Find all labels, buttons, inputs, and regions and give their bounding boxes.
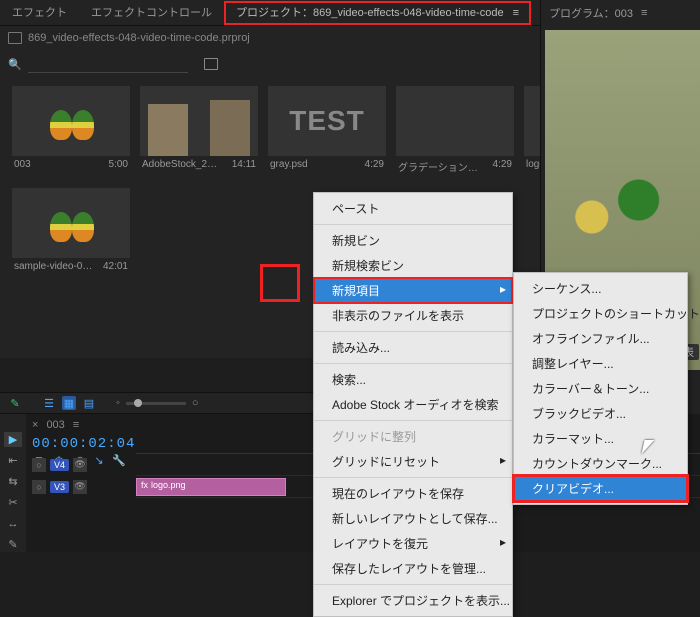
thumb-image: TEST [268, 86, 386, 156]
project-filename: 869_video-effects-048-video-time-code.pr… [28, 32, 250, 44]
tab-effects[interactable]: エフェクト [0, 0, 79, 26]
thumb-name: sample-video-001.mp4 [14, 261, 94, 272]
thumb-name: gray.psd [270, 159, 308, 170]
tab-effect-controls[interactable]: エフェクトコントロール [79, 0, 224, 26]
freeform-view-icon[interactable]: ▤ [82, 396, 96, 410]
track-eye-icon[interactable]: 👁 [73, 480, 87, 494]
filter-bins-icon[interactable] [204, 58, 218, 70]
submenu-arrow-icon: ▸ [500, 453, 506, 467]
thumb-duration: 14:11 [232, 159, 256, 170]
thumb-item[interactable]: sample-video-001.mp4 42:01 [12, 188, 130, 272]
menu-item[interactable]: Adobe Stock オーディオを検索 [314, 392, 512, 417]
menu-item[interactable]: 新しいレイアウトとして保存... [314, 506, 512, 531]
menu-item[interactable]: 読み込み... [314, 335, 512, 360]
menu-separator [314, 331, 512, 332]
track-label[interactable]: V4 [50, 459, 69, 471]
timeline-menu-icon[interactable]: ≡ [73, 419, 79, 431]
menu-separator [314, 477, 512, 478]
menu-item[interactable]: ペースト [314, 196, 512, 221]
menu-item[interactable]: 検索... [314, 367, 512, 392]
thumb-name: グラデーション.psd [398, 159, 478, 174]
menu-item[interactable]: 新規検索ビン [314, 253, 512, 278]
program-tab[interactable]: プログラム：003 ≡ [541, 0, 700, 26]
razor-tool-icon[interactable]: ✂ [4, 495, 22, 510]
menu-item[interactable]: 新規ビン [314, 228, 512, 253]
thumb-duration: 4:29 [493, 159, 512, 174]
annotation-red-box [260, 264, 300, 302]
menu-item[interactable]: 現在のレイアウトを保存 [314, 481, 512, 506]
menu-separator [314, 420, 512, 421]
thumb-image [396, 86, 514, 156]
tab-project-label: プロジェクト：869_video-effects-048-video-time-… [236, 7, 504, 19]
menu-item[interactable]: カラーバー＆トーン... [514, 376, 687, 401]
thumb-duration: 5:00 [109, 159, 128, 170]
timeline-sequence-name[interactable]: 003 [46, 419, 64, 431]
tab-project[interactable]: プロジェクト：869_video-effects-048-video-time-… [224, 1, 531, 25]
menu-item[interactable]: 調整レイヤー... [514, 351, 687, 376]
thumb-test-text: TEST [289, 105, 365, 137]
submenu-arrow-icon: ▸ [500, 282, 506, 296]
track-eye-icon[interactable]: 👁 [73, 458, 87, 472]
zoom-slider[interactable] [126, 402, 186, 405]
timeline-close-icon[interactable]: × [32, 419, 38, 431]
timeline-clip[interactable]: fxlogo.png [136, 478, 286, 496]
thumb-duration: 4:29 [365, 159, 384, 170]
context-menu: ペースト新規ビン新規検索ビン新規項目▸非表示のファイルを表示読み込み... 検索.… [313, 192, 513, 617]
tab-project-menu-icon[interactable]: ≡ [513, 7, 519, 19]
selection-tool-icon[interactable]: ▶ [4, 432, 22, 447]
menu-item[interactable]: カラーマット... [514, 426, 687, 451]
thumb-name: AdobeStock_2011547... [142, 159, 222, 170]
menu-item: グリッドに整列 [314, 424, 512, 449]
menu-item[interactable]: グリッドにリセット▸ [314, 449, 512, 474]
timeline-tool-palette: ▶ ⇤ ⇆ ✂ ↔ ✎ [0, 414, 26, 552]
thumb-image [140, 86, 258, 156]
menu-item[interactable]: レイアウトを復元▸ [314, 531, 512, 556]
pen-tool-icon[interactable]: ✎ [4, 537, 22, 552]
menu-item[interactable]: 非表示のファイルを表示 [314, 303, 512, 328]
menu-item[interactable]: Explorer でプロジェクトを表示... [314, 588, 512, 613]
thumb-duration: 42:01 [103, 261, 128, 272]
slip-tool-icon[interactable]: ↔ [4, 516, 22, 531]
program-tab-menu-icon[interactable]: ≡ [641, 7, 647, 19]
context-submenu: シーケンス...プロジェクトのショートカット...オフラインファイル...調整レ… [513, 272, 688, 505]
ripple-tool-icon[interactable]: ⇆ [4, 474, 22, 489]
menu-item[interactable]: プロジェクトのショートカット... [514, 301, 687, 326]
menu-item[interactable]: 保存したレイアウトを管理... [314, 556, 512, 581]
icon-view-icon[interactable]: ▦ [62, 396, 76, 410]
thumb-item[interactable]: TEST gray.psd 4:29 [268, 86, 386, 174]
bin-icon [8, 32, 22, 44]
thumb-image [12, 86, 130, 156]
thumb-image [12, 188, 130, 258]
list-view-icon[interactable]: ☰ [42, 396, 56, 410]
zoom-slider-max-icon: ○ [192, 397, 199, 409]
menu-item[interactable]: シーケンス... [514, 276, 687, 301]
menu-item[interactable]: 新規項目▸ [314, 278, 512, 303]
program-tab-label: プログラム：003 [549, 5, 633, 21]
menu-item[interactable]: カウントダウンマーク... [514, 451, 687, 476]
track-label[interactable]: V3 [50, 481, 69, 493]
thumb-item[interactable]: グラデーション.psd 4:29 [396, 86, 514, 174]
thumb-name: 003 [14, 159, 31, 170]
track-toggle-icon[interactable]: ○ [32, 480, 46, 494]
track-select-tool-icon[interactable]: ⇤ [4, 453, 22, 468]
pen-icon[interactable]: ✎ [8, 396, 22, 410]
menu-item[interactable]: ブラックビデオ... [514, 401, 687, 426]
thumb-item[interactable]: 003 5:00 [12, 86, 130, 174]
menu-item[interactable]: クリアビデオ... [514, 476, 687, 501]
menu-item[interactable]: オフラインファイル... [514, 326, 687, 351]
thumb-item[interactable]: AdobeStock_2011547... 14:11 [140, 86, 258, 174]
search-input[interactable] [28, 55, 188, 73]
clip-name: logo.png [151, 480, 186, 490]
submenu-arrow-icon: ▸ [500, 535, 506, 549]
menu-separator [314, 363, 512, 364]
search-icon: 🔍 [8, 58, 22, 71]
menu-separator [314, 584, 512, 585]
zoom-slider-min-icon: ◦ [116, 397, 120, 409]
track-toggle-icon[interactable]: ○ [32, 458, 46, 472]
menu-separator [314, 224, 512, 225]
